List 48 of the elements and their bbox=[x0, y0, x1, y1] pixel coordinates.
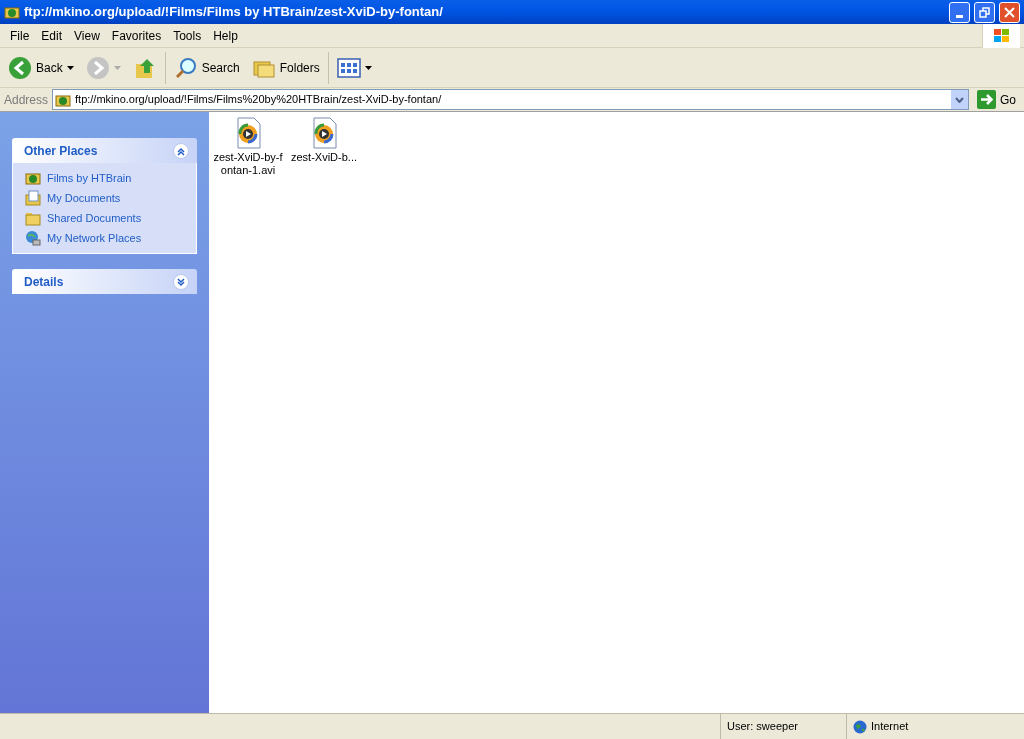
search-icon bbox=[173, 55, 198, 80]
windows-logo-icon bbox=[993, 28, 1010, 43]
close-button[interactable] bbox=[999, 1, 1020, 23]
file-name[interactable]: zest-XviD-b... bbox=[289, 151, 359, 164]
file-name[interactable]: zest-XviD-by-fontan-1.avi bbox=[213, 151, 283, 177]
dropdown-caret-icon bbox=[364, 65, 372, 70]
go-button[interactable]: Go bbox=[973, 90, 1020, 109]
collapse-chevron-icon[interactable] bbox=[173, 142, 189, 159]
status-user: User: sweeper bbox=[727, 719, 798, 735]
place-link[interactable]: My Documents bbox=[47, 189, 121, 207]
status-zone: Internet bbox=[871, 719, 909, 735]
globe-icon bbox=[853, 719, 867, 734]
restore-button[interactable] bbox=[974, 1, 995, 23]
menu-item[interactable]: Help bbox=[207, 26, 244, 45]
menu-item[interactable]: File bbox=[4, 26, 36, 45]
minimize-icon bbox=[956, 14, 963, 18]
panel-title: Details bbox=[24, 273, 65, 291]
menu-item[interactable]: Tools bbox=[167, 26, 208, 45]
address-label: Address bbox=[4, 91, 49, 109]
ftp-folder-icon bbox=[25, 170, 41, 186]
network-globe-icon bbox=[25, 230, 41, 246]
back-button[interactable]: Back bbox=[4, 51, 78, 84]
menu-item[interactable]: View bbox=[68, 26, 106, 45]
panel-title: Other Places bbox=[24, 142, 99, 160]
go-arrow-icon bbox=[977, 90, 996, 109]
place-link[interactable]: Shared Documents bbox=[47, 209, 142, 227]
place-link[interactable]: My Network Places bbox=[47, 229, 142, 247]
minimize-button[interactable] bbox=[949, 1, 970, 23]
search-button[interactable]: Search bbox=[164, 51, 244, 84]
panel-header[interactable]: Details bbox=[12, 269, 197, 294]
close-icon bbox=[1003, 5, 1016, 19]
chevron-down-icon bbox=[955, 96, 964, 103]
restore-icon bbox=[978, 5, 991, 19]
menu-item[interactable]: Favorites bbox=[105, 26, 168, 45]
folder-icon bbox=[25, 210, 41, 226]
window-title: ftp://mkino.org/upload/!Films/Films by HTBrain/zest-XviD-by-fontan/ bbox=[24, 3, 444, 22]
menu-item[interactable]: Edit bbox=[35, 26, 69, 45]
expand-chevron-icon[interactable] bbox=[173, 273, 189, 290]
ftp-folder-icon bbox=[4, 4, 20, 20]
place-link[interactable]: Films by HTBrain bbox=[47, 169, 132, 187]
dropdown-button[interactable] bbox=[951, 90, 968, 109]
dropdown-caret-icon bbox=[113, 65, 121, 70]
dropdown-caret-icon bbox=[66, 65, 74, 70]
panel-header[interactable]: Other Places bbox=[12, 138, 197, 163]
view-grid-icon bbox=[336, 55, 361, 80]
documents-folder-icon bbox=[25, 190, 41, 206]
address-field[interactable]: ftp://mkino.org/upload/!Films/Films%20by%20HTBrain/zest-XviD-by-fontan/ bbox=[52, 89, 969, 110]
folders-button[interactable]: Folders bbox=[247, 51, 324, 84]
